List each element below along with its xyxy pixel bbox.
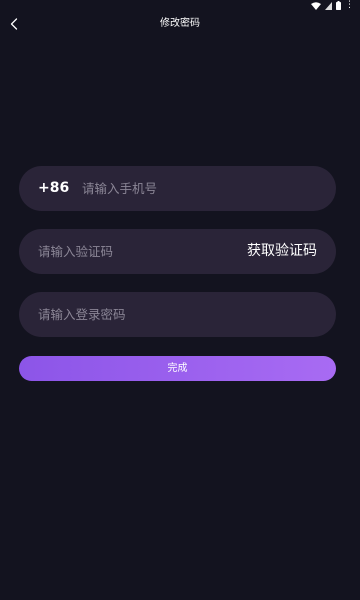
phone-input[interactable] (82, 166, 312, 211)
page-title: 修改密码 (160, 18, 200, 29)
status-icons: ⋮ (311, 1, 354, 10)
status-bar: ⋮ (0, 0, 360, 10)
top-bar: 修改密码 (0, 12, 360, 36)
verification-code-field: 获取验证码 (19, 229, 336, 274)
password-input[interactable] (38, 292, 318, 337)
submit-button[interactable]: 完成 (19, 356, 336, 381)
phone-field: +86 (19, 166, 336, 211)
wifi-icon (311, 1, 321, 10)
more-icon: ⋮ (345, 0, 354, 10)
country-code[interactable]: +86 (38, 166, 69, 211)
verification-code-input[interactable] (38, 229, 238, 274)
get-code-button[interactable]: 获取验证码 (247, 229, 317, 274)
signal-icon (325, 1, 332, 10)
password-field (19, 292, 336, 337)
battery-icon (336, 1, 341, 10)
